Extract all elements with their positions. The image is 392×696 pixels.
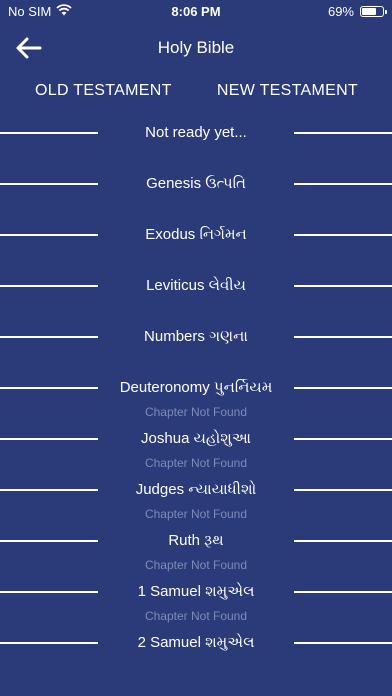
book-label: Judges ન્યાયાધીશો [135,481,257,498]
chapter-status: Chapter Not Found [144,507,248,521]
book-label: Ruth રૂથ [168,532,224,549]
nav-bar: Holy Bible [0,26,392,70]
divider-right [294,285,392,287]
book-label: Not ready yet... [145,124,247,141]
divider-right [294,489,392,491]
chapter-status: Chapter Not Found [144,558,248,572]
divider-left [0,183,98,185]
battery-percent: 69% [327,4,354,19]
divider-right [294,132,392,134]
book-row-genesis[interactable]: Genesis ઉત્પતિ [0,167,392,218]
divider-left [0,438,98,440]
status-right: 69% [327,4,387,19]
divider-left [0,234,98,236]
divider-right [294,438,392,440]
book-row-exodus[interactable]: Exodus નિર્ગમન [0,218,392,269]
book-row-1-samuel[interactable]: 1 Samuel શમુએલ Chapter Not Found [0,575,392,626]
divider-right [294,234,392,236]
book-row-numbers[interactable]: Numbers ગણના [0,320,392,371]
testament-tabs: OLD TESTAMENT NEW TESTAMENT [0,78,392,108]
battery-icon [360,6,387,17]
book-label: Numbers ગણના [144,328,248,345]
divider-left [0,591,98,593]
screen: No SIM 8:06 PM 69% Holy Bible OLD TESTAM… [0,0,392,696]
battery-fill [362,8,376,15]
book-list: Not ready yet... Genesis ઉત્પતિ Exodus ન… [0,116,392,677]
divider-left [0,132,98,134]
book-label: Joshua યહોશુઆ [141,430,251,447]
book-row-2-samuel[interactable]: 2 Samuel શમુએલ [0,626,392,677]
chapter-status: Chapter Not Found [144,405,248,419]
book-label: 1 Samuel શમુએલ [137,583,255,600]
divider-right [294,642,392,644]
divider-left [0,642,98,644]
divider-right [294,183,392,185]
book-row-not-ready[interactable]: Not ready yet... [0,116,392,167]
book-label: 2 Samuel શમુએલ [137,634,255,651]
chapter-status: Chapter Not Found [144,456,248,470]
divider-left [0,540,98,542]
divider-right [294,336,392,338]
book-row-joshua[interactable]: Joshua યહોશુઆ Chapter Not Found [0,422,392,473]
book-row-ruth[interactable]: Ruth રૂથ Chapter Not Found [0,524,392,575]
book-label: Exodus નિર્ગમન [145,226,247,243]
status-bar: No SIM 8:06 PM 69% [0,0,392,24]
tab-old-testament[interactable]: OLD TESTAMENT [35,82,172,100]
divider-right [294,540,392,542]
book-label: Deuteronomy પુનર્નિયમ [119,379,273,396]
book-row-deuteronomy[interactable]: Deuteronomy પુનર્નિયમ Chapter Not Found [0,371,392,422]
book-row-leviticus[interactable]: Leviticus લેવીય [0,269,392,320]
tab-new-testament[interactable]: NEW TESTAMENT [217,82,358,100]
page-title: Holy Bible [157,38,235,57]
divider-left [0,489,98,491]
chapter-status: Chapter Not Found [144,609,248,623]
divider-right [294,387,392,389]
divider-left [0,285,98,287]
book-row-judges[interactable]: Judges ન્યાયાધીશો Chapter Not Found [0,473,392,524]
book-label: Genesis ઉત્પતિ [146,175,246,192]
book-label: Leviticus લેવીય [146,277,246,294]
divider-right [294,591,392,593]
divider-left [0,387,98,389]
divider-left [0,336,98,338]
